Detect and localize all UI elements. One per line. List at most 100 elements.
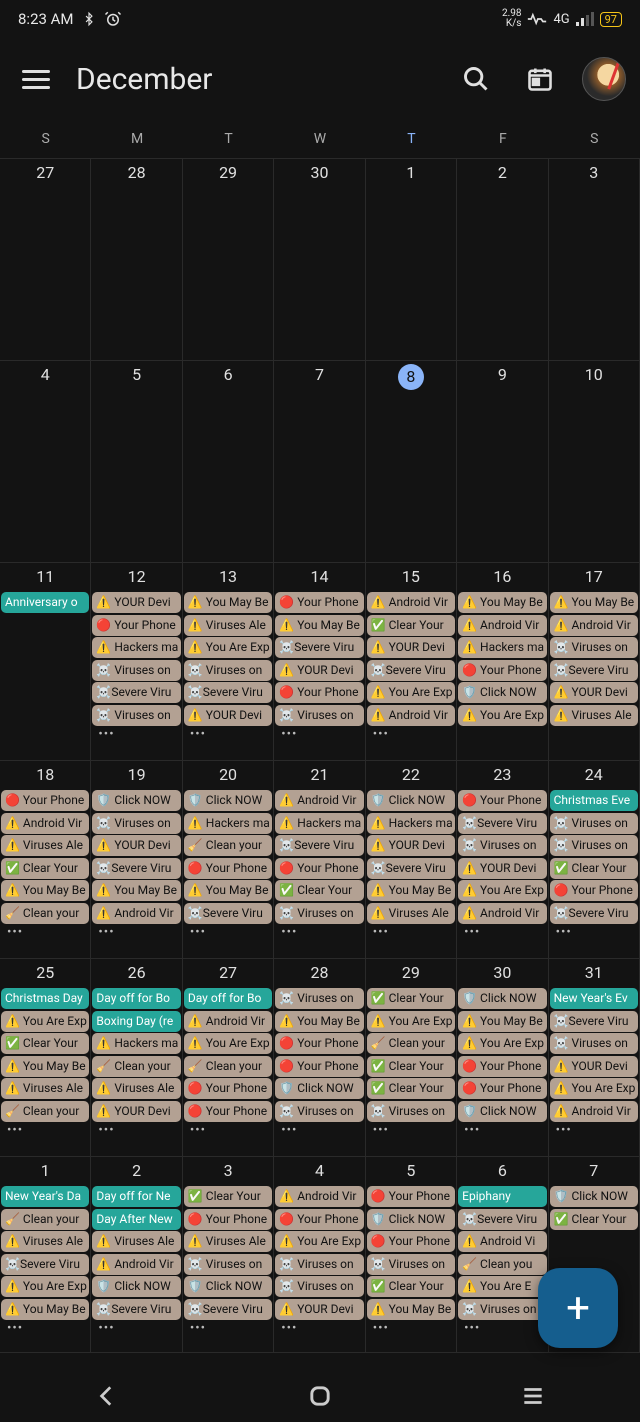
calendar-day[interactable]: 8 <box>366 361 457 563</box>
calendar-event[interactable]: 🔴 Your Phone <box>458 1078 546 1099</box>
calendar-event[interactable]: ⚠️ YOUR Devi <box>275 660 363 681</box>
calendar-event[interactable]: ☠️ Viruses on <box>275 1254 363 1275</box>
calendar-event[interactable]: ⚠️ Android Vir <box>184 1011 272 1032</box>
calendar-event[interactable]: ⚠️ You May Be <box>458 592 546 613</box>
calendar-event[interactable]: ✅ Clear Your <box>367 1276 455 1297</box>
calendar-event[interactable]: Christmas Eve <box>550 790 638 811</box>
calendar-event[interactable]: ⚠️ You Are Exp <box>184 1033 272 1054</box>
calendar-event[interactable]: Epiphany <box>458 1186 546 1207</box>
calendar-day[interactable]: 13⚠️ You May Be⚠️ Viruses Ale⚠️ You Are … <box>183 563 274 761</box>
calendar-event[interactable]: ✅ Clear Your <box>1 1033 89 1054</box>
calendar-day[interactable]: 1 <box>366 159 457 361</box>
calendar-day[interactable]: 29✅ Clear Your⚠️ You Are Exp🧹 Clean your… <box>366 959 457 1157</box>
more-events-indicator[interactable]: ••• <box>550 925 638 940</box>
calendar-event[interactable]: ✅ Clear Your <box>367 988 455 1009</box>
calendar-event[interactable]: ✅ Clear Your <box>550 858 638 879</box>
calendar-event[interactable]: 🔴 Your Phone <box>184 1209 272 1230</box>
calendar-day[interactable]: 4 <box>0 361 91 563</box>
more-events-indicator[interactable]: ••• <box>275 925 363 940</box>
calendar-event[interactable]: 🛡️ Click NOW <box>367 790 455 811</box>
calendar-event[interactable]: 🔴 Your Phone <box>367 1186 455 1207</box>
calendar-event[interactable]: ⚠️ You May Be <box>367 880 455 901</box>
calendar-event[interactable]: ⚠️ You May Be <box>367 1299 455 1320</box>
calendar-event[interactable]: ☠️Severe Viru <box>367 660 455 681</box>
calendar-event[interactable]: ✅ Clear Your <box>367 1078 455 1099</box>
calendar-event[interactable]: ☠️Severe Viru <box>367 858 455 879</box>
more-events-indicator[interactable]: ••• <box>275 1321 363 1336</box>
more-events-indicator[interactable]: ••• <box>367 1321 455 1336</box>
calendar-event[interactable]: ☠️ Viruses on <box>458 1299 546 1320</box>
calendar-event[interactable]: ⚠️ You May Be <box>1 1056 89 1077</box>
calendar-event[interactable]: ⚠️ You Are Exp <box>184 637 272 658</box>
calendar-event[interactable]: ⚠️ You Are Exp <box>550 1078 638 1099</box>
calendar-event[interactable]: ☠️Severe Viru <box>184 1299 272 1320</box>
calendar-event[interactable]: ⚠️ Android Vir <box>92 1254 180 1275</box>
calendar-event[interactable]: ⚠️ You Are Exp <box>367 1011 455 1032</box>
calendar-event[interactable]: Boxing Day (re <box>92 1011 180 1032</box>
calendar-event[interactable]: ⚠️ YOUR Devi <box>458 858 546 879</box>
more-events-indicator[interactable]: ••• <box>184 1123 272 1138</box>
calendar-day[interactable]: 31New Year's Ev☠️Severe Viru☠️ Viruses o… <box>549 959 640 1157</box>
calendar-day[interactable]: 5🔴 Your Phone🛡️ Click NOW🔴 Your Phone☠️ … <box>366 1157 457 1353</box>
calendar-event[interactable]: ⚠️ You May Be <box>184 880 272 901</box>
calendar-day[interactable]: 22🛡️ Click NOW⚠️ Hackers ma⚠️ YOUR Devi☠… <box>366 761 457 959</box>
calendar-event[interactable]: ⚠️ Android Vir <box>275 1186 363 1207</box>
calendar-event[interactable]: ☠️Severe Viru <box>458 1209 546 1230</box>
calendar-event[interactable]: 🧹 Clean your <box>1 1209 89 1230</box>
calendar-event[interactable]: Day off for Ne <box>92 1186 180 1207</box>
calendar-event[interactable]: ✅ Clear Your <box>275 880 363 901</box>
calendar-day[interactable]: 24Christmas Eve☠️ Viruses on☠️ Viruses o… <box>549 761 640 959</box>
calendar-day[interactable]: 15⚠️ Android Vir✅ Clear Your⚠️ YOUR Devi… <box>366 563 457 761</box>
calendar-event[interactable]: ☠️ Viruses on <box>92 660 180 681</box>
calendar-event[interactable]: Christmas Day <box>1 988 89 1009</box>
calendar-event[interactable]: 🛡️ Click NOW <box>458 1101 546 1122</box>
calendar-event[interactable]: ☠️ Viruses on <box>550 813 638 834</box>
calendar-event[interactable]: ⚠️ Viruses Ale <box>92 1078 180 1099</box>
calendar-event[interactable]: 🛡️ Click NOW <box>367 1209 455 1230</box>
calendar-day[interactable]: 20🛡️ Click NOW⚠️ Hackers ma🧹 Clean your🔴… <box>183 761 274 959</box>
calendar-day[interactable]: 7 <box>274 361 365 563</box>
calendar-event[interactable]: 🔴 Your Phone <box>275 1056 363 1077</box>
calendar-event[interactable]: 🧹 Clean your <box>1 1101 89 1122</box>
calendar-event[interactable]: ⚠️ Viruses Ale <box>184 615 272 636</box>
calendar-event[interactable]: ⚠️ YOUR Devi <box>550 682 638 703</box>
calendar-event[interactable]: ⚠️ You Are Exp <box>458 880 546 901</box>
calendar-event[interactable]: ⚠️ You Are Exp <box>1 1011 89 1032</box>
more-events-indicator[interactable]: ••• <box>458 1321 546 1336</box>
more-events-indicator[interactable]: ••• <box>550 1123 638 1138</box>
calendar-event[interactable]: ⚠️ You Are Exp <box>275 1231 363 1252</box>
recents-button[interactable] <box>503 1380 563 1412</box>
more-events-indicator[interactable]: ••• <box>184 1321 272 1336</box>
calendar-event[interactable]: ⚠️ Android Vi <box>458 1231 546 1252</box>
calendar-day[interactable]: 9 <box>457 361 548 563</box>
calendar-event[interactable]: ☠️ Viruses on <box>458 835 546 856</box>
more-events-indicator[interactable]: ••• <box>1 925 89 940</box>
calendar-day[interactable]: 30🛡️ Click NOW⚠️ You May Be⚠️ You Are Ex… <box>457 959 548 1157</box>
calendar-event[interactable]: 🔴 Your Phone <box>92 615 180 636</box>
calendar-event[interactable]: ☠️Severe Viru <box>458 813 546 834</box>
calendar-event[interactable]: ☠️Severe Viru <box>550 1011 638 1032</box>
create-event-fab[interactable]: + <box>538 1268 618 1348</box>
calendar-event[interactable]: ✅ Clear Your <box>367 615 455 636</box>
search-icon[interactable] <box>454 57 498 101</box>
calendar-event[interactable]: ⚠️ You Are Exp <box>367 682 455 703</box>
calendar-event[interactable]: 🛡️ Click NOW <box>458 988 546 1009</box>
calendar-event[interactable]: 🔴 Your Phone <box>458 1056 546 1077</box>
calendar-day[interactable]: 27Day off for Bo⚠️ Android Vir⚠️ You Are… <box>183 959 274 1157</box>
calendar-day[interactable]: 28☠️ Viruses on⚠️ You May Be🔴 Your Phone… <box>274 959 365 1157</box>
calendar-event[interactable]: ⚠️ Android Vir <box>550 615 638 636</box>
calendar-event[interactable]: ☠️ Viruses on <box>184 1254 272 1275</box>
calendar-event[interactable]: ⚠️ YOUR Devi <box>367 637 455 658</box>
calendar-event[interactable]: 🔴 Your Phone <box>184 1101 272 1122</box>
calendar-event[interactable]: ☠️Severe Viru <box>92 1299 180 1320</box>
calendar-event[interactable]: ☠️Severe Viru <box>275 637 363 658</box>
calendar-event[interactable]: New Year's Da <box>1 1186 89 1207</box>
calendar-event[interactable]: ☠️Severe Viru <box>550 660 638 681</box>
calendar-event[interactable]: 🛡️ Click NOW <box>550 1186 638 1207</box>
calendar-event[interactable]: ☠️ Viruses on <box>275 1276 363 1297</box>
more-events-indicator[interactable]: ••• <box>1 1321 89 1336</box>
calendar-event[interactable]: ⚠️ Viruses Ale <box>550 705 638 726</box>
calendar-day[interactable]: 3 <box>549 159 640 361</box>
calendar-day[interactable]: 25Christmas Day⚠️ You Are Exp✅ Clear You… <box>0 959 91 1157</box>
calendar-event[interactable]: ⚠️ Viruses Ale <box>367 903 455 924</box>
